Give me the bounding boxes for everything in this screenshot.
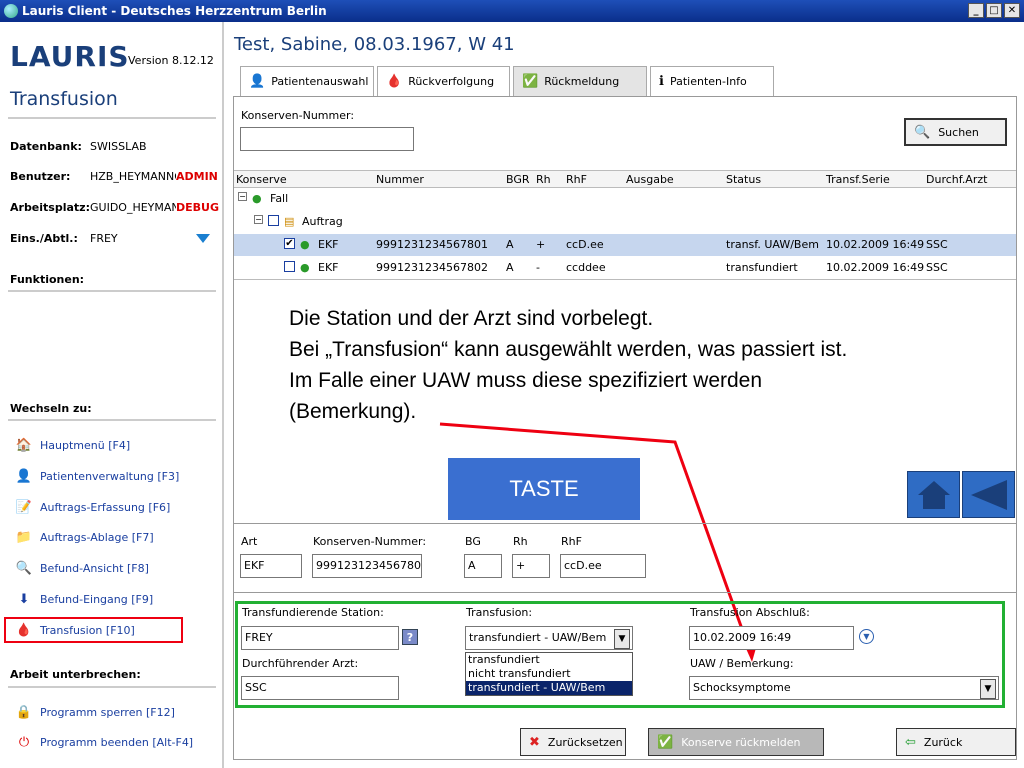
detail-nummer-field: 9991231234567801 — [312, 554, 422, 578]
station-input[interactable]: FREY — [241, 626, 399, 650]
arzt-input[interactable]: SSC — [241, 676, 399, 700]
help-icon[interactable]: ? — [402, 629, 418, 645]
uaw-label: UAW / Bemerkung: — [690, 657, 794, 670]
uaw-select[interactable]: Schocksymptome ▼ — [689, 676, 999, 700]
transfusion-label: Transfusion: — [466, 606, 533, 619]
station-label: Transfundierende Station: — [242, 606, 384, 619]
arrow-left-icon: ⇦ — [905, 734, 916, 750]
option-nicht-transfundiert[interactable]: nicht transfundiert — [466, 667, 632, 681]
bg-label: BG — [465, 535, 481, 548]
calendar-picker-icon[interactable]: ▼ — [859, 629, 874, 644]
rhf-label: RhF — [561, 535, 582, 548]
divider — [234, 523, 1016, 524]
confirm-unit-button[interactable]: ✅ Konserve rückmelden — [648, 728, 824, 756]
rh-label: Rh — [513, 535, 528, 548]
option-transfundiert-uaw[interactable]: transfundiert - UAW/Bem — [466, 681, 632, 695]
arzt-label: Durchführender Arzt: — [242, 657, 359, 670]
divider — [234, 592, 1016, 593]
rh-field: + — [512, 554, 550, 578]
chevron-down-icon[interactable]: ▼ — [980, 679, 996, 699]
x-icon: ✖ — [529, 734, 540, 750]
option-transfundiert[interactable]: transfundiert — [466, 653, 632, 667]
back-button[interactable]: ⇦ Zurück — [896, 728, 1016, 756]
rhf-field: ccD.ee — [560, 554, 646, 578]
reset-button[interactable]: ✖ Zurücksetzen — [520, 728, 626, 756]
chevron-down-icon[interactable]: ▼ — [614, 629, 630, 649]
transfusion-options[interactable]: transfundiert nicht transfundiert transf… — [465, 652, 633, 696]
transfusion-select[interactable]: transfundiert - UAW/Bem ▼ — [465, 626, 633, 650]
abschluss-input[interactable]: 10.02.2009 16:49 — [689, 626, 854, 650]
detail-nummer-label: Konserven-Nummer: — [313, 535, 427, 548]
bg-field: A — [464, 554, 502, 578]
check-icon: ✅ — [657, 734, 674, 750]
abschluss-label: Transfusion Abschluß: — [690, 606, 810, 619]
art-label: Art — [241, 535, 258, 548]
art-field: EKF — [240, 554, 302, 578]
